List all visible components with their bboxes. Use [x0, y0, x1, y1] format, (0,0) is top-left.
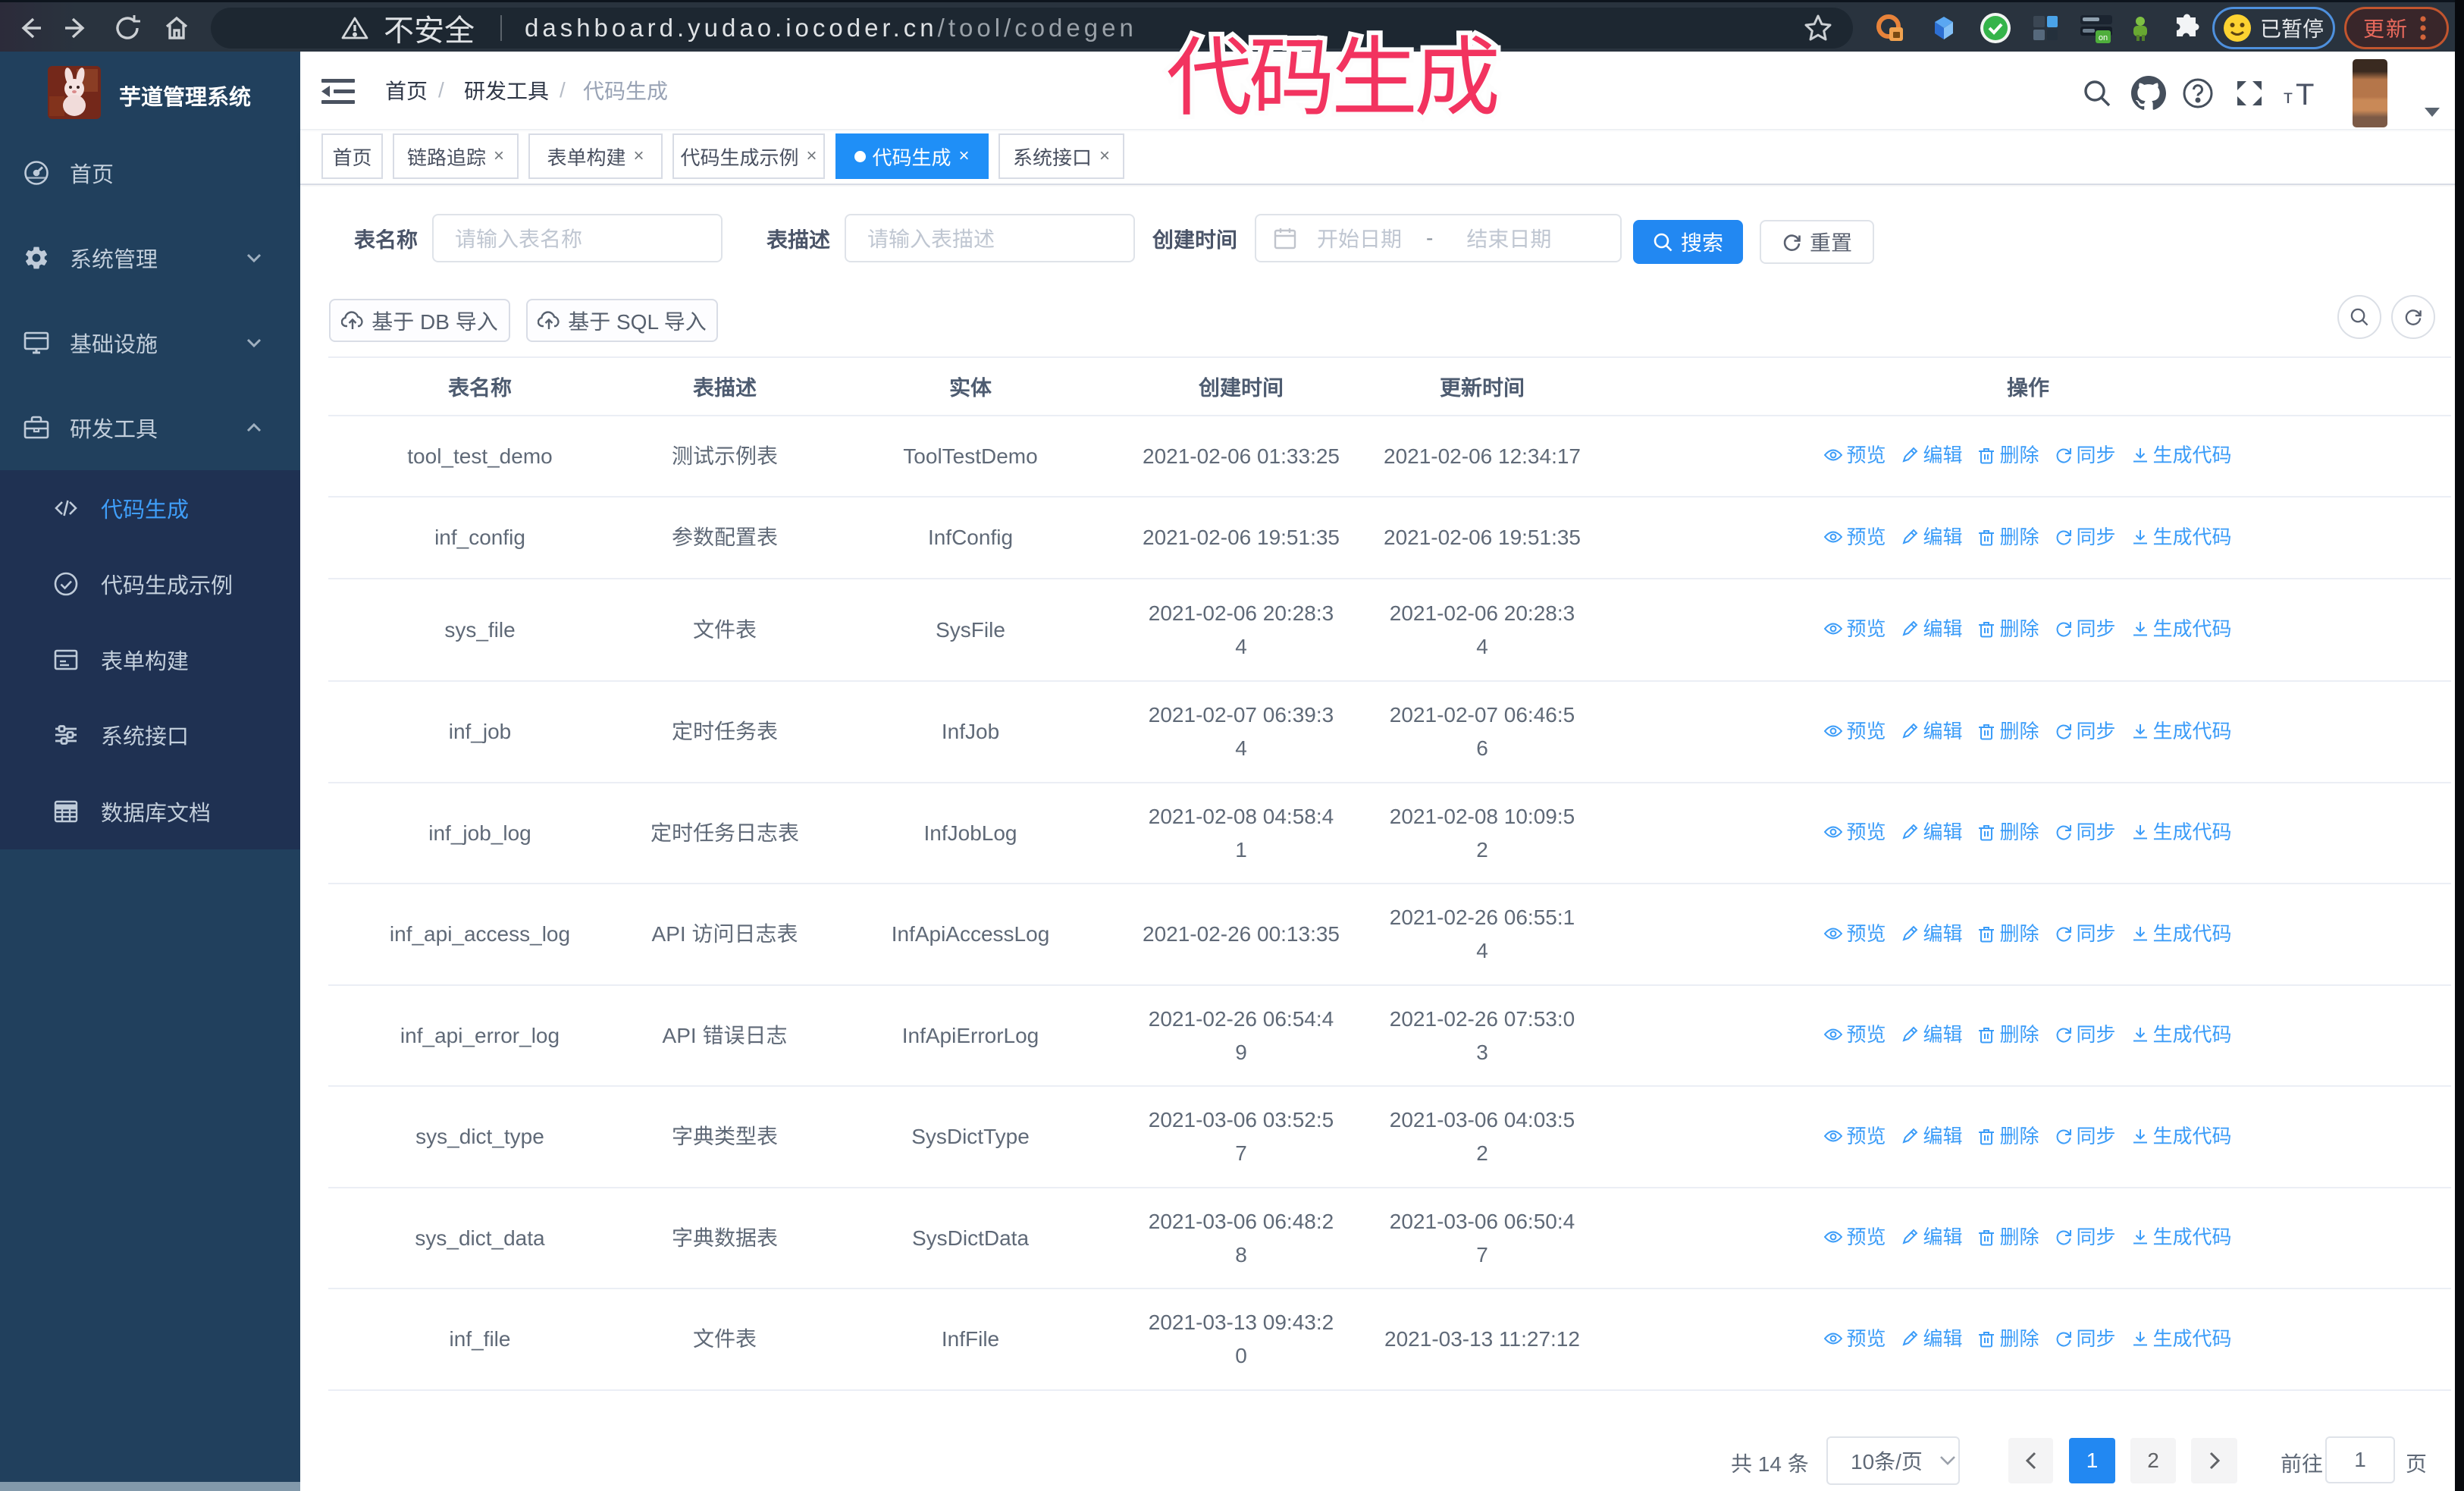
svg-text:т: т — [2284, 85, 2293, 108]
svg-text:T: T — [2296, 79, 2314, 109]
svg-text:on: on — [2099, 33, 2108, 42]
